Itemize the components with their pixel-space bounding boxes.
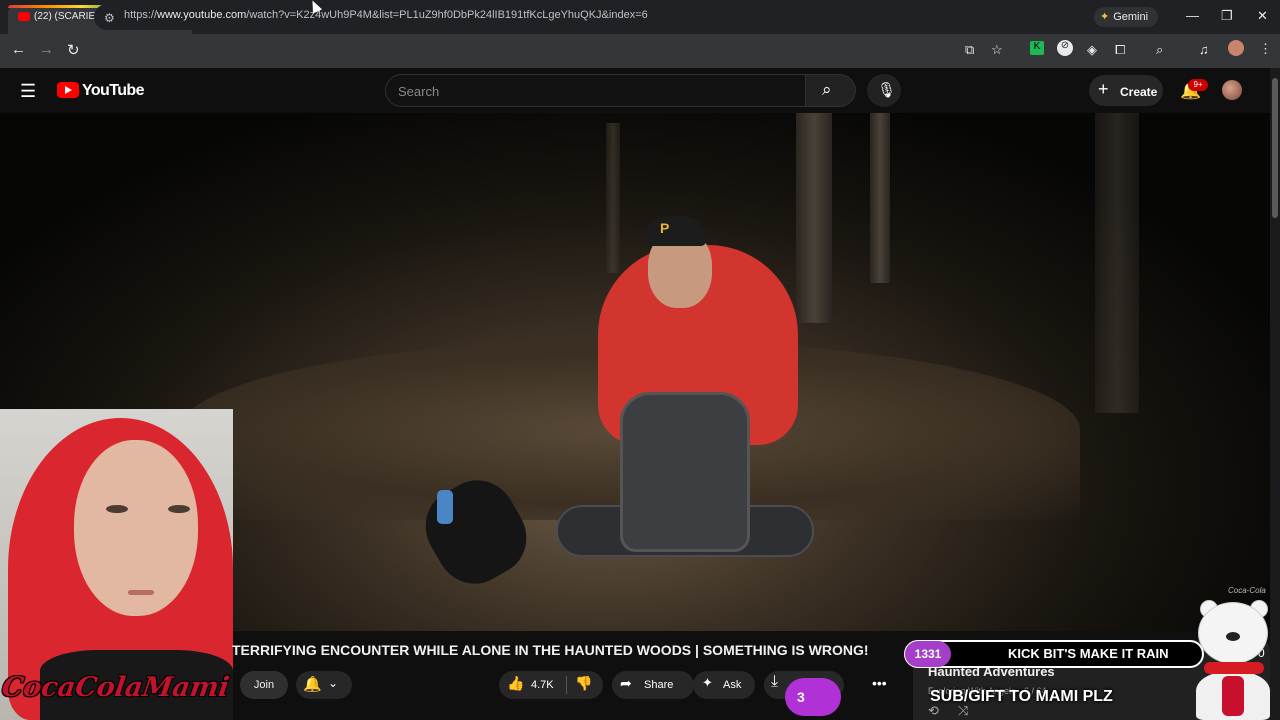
restore-button[interactable]: ❐ [1221, 8, 1233, 24]
more-icon[interactable]: ••• [872, 675, 887, 691]
media-control-icon[interactable]: ♫ [1199, 42, 1209, 57]
extension-puzzle-alt-icon[interactable]: ◈ [1087, 42, 1097, 58]
youtube-logo-icon[interactable] [57, 82, 79, 98]
chevron-down-icon: ⌄ [328, 676, 339, 690]
webcam-eye [106, 505, 128, 513]
share-icon: ➦ [620, 675, 632, 691]
plus-icon: + [1098, 79, 1109, 99]
search-icon[interactable]: ⌕ [822, 80, 832, 100]
youtube-logo-text[interactable]: YouTube [82, 82, 144, 100]
ask-label: Ask [723, 679, 742, 691]
gemini-star-icon: ✦ [1100, 11, 1110, 23]
browser-menu-icon[interactable]: ⋮ [1259, 41, 1272, 57]
kick-count: 1331 [905, 641, 951, 667]
minimize-button[interactable]: — [1186, 8, 1199, 23]
search-input[interactable] [385, 74, 806, 107]
kick-extension-icon[interactable]: K [1030, 41, 1044, 55]
bookmark-star-icon[interactable]: ☆ [991, 42, 1003, 58]
site-info-icon[interactable]: ⚙ [104, 11, 115, 25]
gift-goal-text: SUB/GIFT TO MAMI PLZ [930, 688, 1113, 705]
video-title: TERRIFYING ENCOUNTER WHILE ALONE IN THE … [232, 642, 869, 658]
avatar[interactable] [1222, 80, 1242, 100]
back-button[interactable]: ← [11, 41, 26, 58]
reload-button[interactable]: ↻ [67, 41, 80, 59]
url-host: www.youtube.com [157, 9, 247, 21]
youtube-favicon-icon [18, 12, 30, 21]
gemini-label: Gemini [1113, 11, 1149, 23]
close-window-button[interactable]: ✕ [1257, 8, 1268, 24]
url-prefix: https:// [124, 9, 158, 21]
gift-count: 3 [797, 689, 805, 705]
webcam-mouth [128, 590, 154, 595]
tree-trunk [1095, 113, 1139, 413]
polar-bear-nose [1226, 632, 1240, 641]
water-bottle [437, 490, 453, 524]
like-divider [566, 676, 567, 694]
extensions-icon[interactable]: ⧠ [1115, 42, 1125, 58]
url-path: /watch?v=K2z4wUh9P4M&list=PL1uZ9hf0DbPk2… [246, 9, 648, 21]
create-label: Create [1120, 85, 1158, 99]
tree-trunk [870, 113, 890, 283]
bear-signature: Coca-Cola [1228, 586, 1266, 595]
gift-counter-pill [785, 678, 841, 716]
like-icon[interactable]: 👍 [507, 675, 524, 692]
ask-sparkle-icon: ✦ [702, 675, 713, 690]
notification-badge: 9+ [1188, 79, 1208, 91]
menu-icon[interactable]: ☰ [20, 81, 36, 102]
cap-logo: P [660, 220, 670, 236]
webcam-eye [168, 505, 190, 513]
backpack [620, 392, 750, 552]
extension-circle-icon[interactable]: ⊘ [1057, 40, 1073, 56]
kick-goal-text: KICK BIT'S MAKE IT RAIN [1008, 646, 1169, 661]
scrollbar-thumb[interactable] [1272, 78, 1278, 218]
search-placeholder: Search [398, 84, 440, 99]
dislike-icon[interactable]: 👎 [575, 675, 592, 692]
forward-button[interactable]: → [39, 41, 54, 58]
url-text[interactable]: https://www.youtube.com/watch?v=K2z4wUh9… [124, 9, 648, 21]
install-app-icon[interactable]: ⧉ [965, 42, 974, 58]
polar-bear-scarf [1204, 662, 1264, 674]
like-count[interactable]: 4.7K [531, 679, 554, 691]
share-label: Share [644, 679, 674, 691]
notification-bell-icon: 🔔 [303, 676, 322, 693]
gemini-button[interactable]: ✦ Gemini [1094, 7, 1158, 27]
tab-search-icon[interactable]: ⌕ [1156, 42, 1163, 58]
tree-trunk [606, 123, 620, 273]
join-button[interactable]: Join [240, 671, 288, 699]
streamer-signature: CocaColaMami [0, 672, 232, 703]
tree-trunk [796, 113, 832, 323]
profile-avatar[interactable] [1228, 40, 1244, 56]
mic-icon[interactable]: 🎙 [877, 81, 896, 99]
download-icon: ⤓ [771, 673, 779, 690]
coca-cola-bottle [1222, 676, 1244, 716]
